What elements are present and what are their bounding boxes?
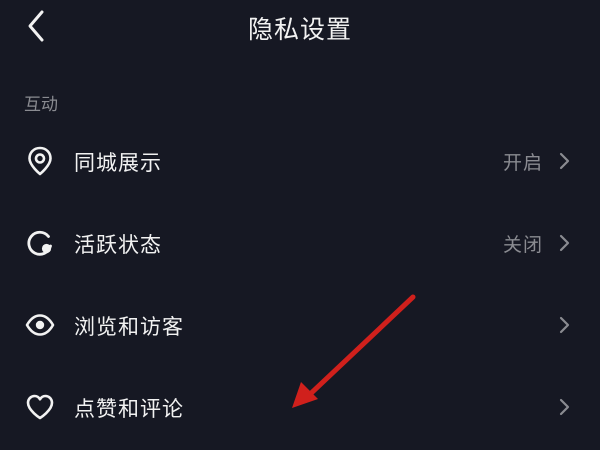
row-label: 活跃状态 <box>74 233 162 257</box>
chevron-right-icon <box>558 397 572 417</box>
row-label: 点赞和评论 <box>74 397 184 421</box>
row-local-display[interactable]: 同城展示 开启 <box>0 129 600 193</box>
section-label-interaction: 互动 <box>24 95 58 115</box>
row-label: 同城展示 <box>74 151 162 175</box>
location-pin-icon <box>24 145 56 177</box>
eye-icon <box>24 309 56 341</box>
header-bar: 隐私设置 <box>0 0 600 56</box>
privacy-settings-screen: 隐私设置 互动 同城展示 开启 活跃状态 关闭 浏览和访客 点赞和评论 <box>0 0 600 450</box>
row-value: 关闭 <box>502 234 543 256</box>
chevron-right-icon <box>558 151 572 171</box>
page-title: 隐私设置 <box>247 15 352 44</box>
row-active-status[interactable]: 活跃状态 关闭 <box>0 211 600 275</box>
row-label: 浏览和访客 <box>74 315 184 339</box>
chevron-right-icon <box>558 233 572 253</box>
chevron-right-icon <box>558 315 572 335</box>
row-browse-visitors[interactable]: 浏览和访客 <box>0 293 600 357</box>
heart-icon <box>24 391 56 423</box>
row-value: 开启 <box>502 152 543 174</box>
active-status-icon <box>24 227 56 259</box>
row-likes-comments[interactable]: 点赞和评论 <box>0 375 600 439</box>
